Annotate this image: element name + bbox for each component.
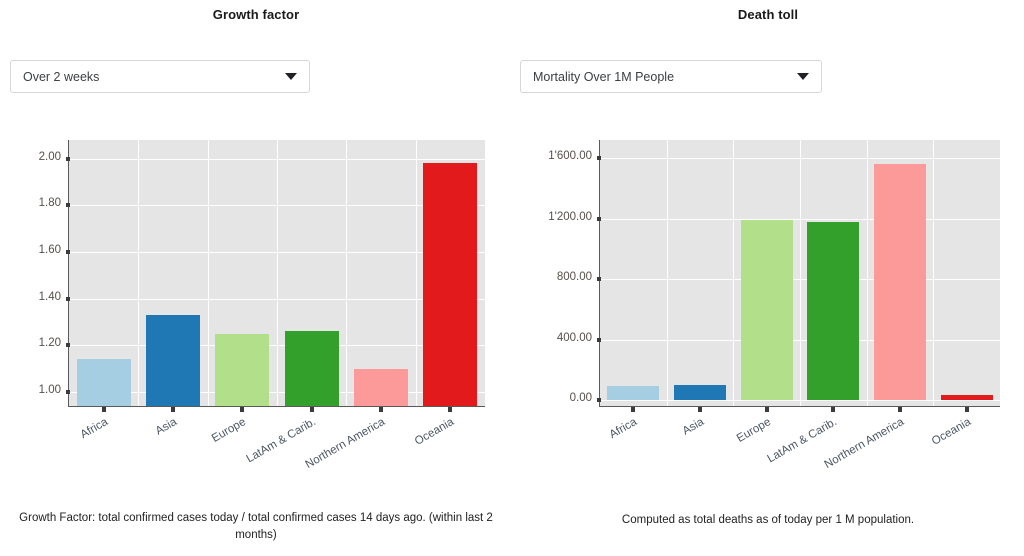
bar-latam-carib[interactable] [285, 331, 339, 406]
y-axis-tick-label: 1.80 [38, 197, 61, 209]
gridline-vertical [416, 140, 417, 406]
x-axis-tick-mark [379, 407, 383, 412]
y-axis-tick-mark [66, 157, 70, 161]
x-axis-tick-mark [698, 407, 702, 412]
y-axis-tick-mark [66, 390, 70, 394]
y-axis-tick-label: 1'600.00 [548, 150, 592, 162]
bar-asia[interactable] [674, 385, 726, 400]
x-axis-tick-mark [240, 407, 244, 412]
y-axis-tick-mark [66, 297, 70, 301]
x-axis-tick-mark [631, 407, 635, 412]
gridline-vertical [867, 140, 868, 406]
gridline-vertical [733, 140, 734, 406]
y-axis-tick-label: 1.60 [38, 244, 61, 256]
death-toll-bar-chart: 0.00 400.00 800.00 1'200.00 1'600.00 Africa As… [512, 0, 1024, 480]
x-axis-tick-mark [171, 407, 175, 412]
bar-oceania[interactable] [423, 163, 477, 406]
y-axis-tick-mark [597, 277, 601, 281]
bar-africa[interactable] [77, 359, 131, 406]
x-axis-tick-label: Europe [209, 416, 248, 445]
x-axis-tick-mark [102, 407, 106, 412]
bar-africa[interactable] [607, 386, 659, 400]
bar-northern-america[interactable] [354, 369, 408, 406]
y-axis-tick-mark [597, 338, 601, 342]
plot-area [600, 140, 1000, 406]
bar-europe[interactable] [215, 334, 269, 406]
y-axis-tick-mark [597, 156, 601, 160]
bar-northern-america[interactable] [874, 164, 926, 400]
gridline-vertical [208, 140, 209, 406]
x-axis-tick-mark [310, 407, 314, 412]
bar-oceania[interactable] [941, 395, 993, 400]
growth-factor-caption: Growth Factor: total confirmed cases tod… [19, 512, 493, 541]
y-axis-line [68, 140, 69, 406]
y-axis-tick-label: 800.00 [556, 271, 592, 283]
x-axis-tick-label: Oceania [929, 416, 973, 448]
x-axis-tick-mark [898, 407, 902, 412]
panel-growth-factor: Growth factor Over 2 weeks 1.00 1.20 1.40 1… [0, 0, 512, 556]
gridline-vertical [667, 140, 668, 406]
y-axis-tick-mark [66, 203, 70, 207]
x-axis-line [68, 406, 485, 407]
y-axis-tick-label: 400.00 [556, 332, 592, 344]
death-toll-caption: Computed as total deaths as of today per… [621, 514, 915, 526]
y-axis-tick-mark [66, 343, 70, 347]
x-axis-tick-mark [831, 407, 835, 412]
x-axis-tick-label: Oceania [412, 416, 456, 448]
bar-europe[interactable] [741, 220, 793, 400]
gridline-vertical [800, 140, 801, 406]
gridline-vertical [933, 140, 934, 406]
y-axis-tick-label: 1.00 [38, 384, 61, 396]
x-axis-tick-mark [448, 407, 452, 412]
y-axis-line [599, 140, 600, 406]
x-axis-tick-mark [765, 407, 769, 412]
gridline-vertical [138, 140, 139, 406]
y-axis-tick-label: 0.00 [569, 392, 592, 404]
x-axis-tick-mark [965, 407, 969, 412]
growth-factor-bar-chart: 1.00 1.20 1.40 1.60 1.80 2.00 Africa Asia Europe… [0, 0, 512, 480]
bar-latam-carib[interactable] [807, 222, 859, 400]
y-axis-tick-mark [597, 217, 601, 221]
gridline-vertical [346, 140, 347, 406]
bar-asia[interactable] [146, 315, 200, 406]
y-axis-tick-mark [597, 398, 601, 402]
y-axis-tick-mark [66, 250, 70, 254]
panel-death-toll: Death toll Mortality Over 1M People 0.00… [512, 0, 1024, 556]
y-axis-tick-label: 1.20 [38, 337, 61, 349]
dashboard-root: Growth factor Over 2 weeks 1.00 1.20 1.40 1… [0, 0, 1024, 556]
y-axis-tick-label: 2.00 [38, 151, 61, 163]
plot-area [69, 140, 485, 406]
y-axis-tick-label: 1'200.00 [548, 211, 592, 223]
gridline-vertical [277, 140, 278, 406]
x-axis-line [599, 406, 1000, 407]
y-axis-tick-label: 1.40 [38, 291, 61, 303]
